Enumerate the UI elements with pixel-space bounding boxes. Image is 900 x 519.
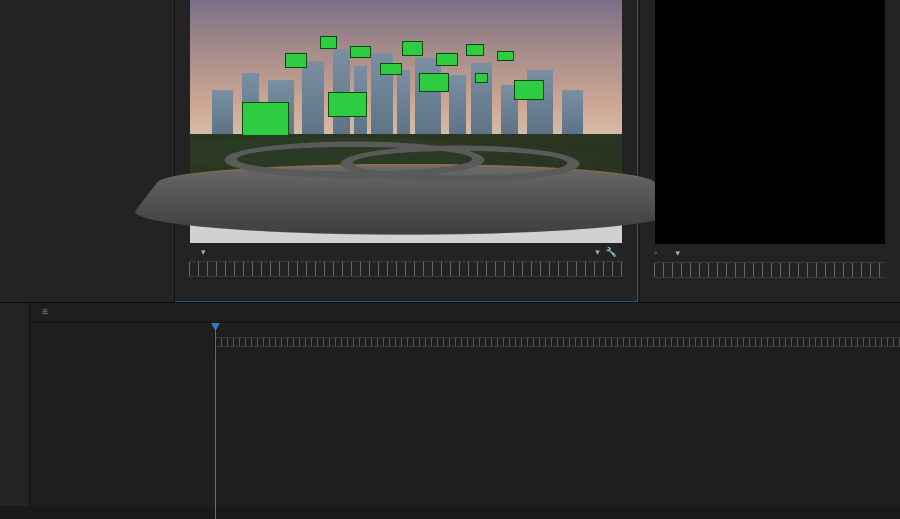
source-monitor-view[interactable] xyxy=(190,0,622,243)
program-scrub-ruler[interactable] xyxy=(654,262,886,278)
timeline-panel: ≡ xyxy=(30,303,900,506)
toolbar xyxy=(0,303,30,506)
source-scrub-ruler[interactable] xyxy=(189,261,623,277)
source-transport-bar xyxy=(175,277,637,301)
project-panel xyxy=(0,0,175,302)
wrench-icon[interactable]: 🔧 xyxy=(606,247,617,258)
program-options-icon[interactable]: ◦ xyxy=(654,248,658,259)
program-transport-bar xyxy=(640,278,900,302)
program-monitor: ◦ ▾ xyxy=(640,0,900,302)
timeline-tab-menu-icon[interactable]: ≡ xyxy=(42,307,48,318)
timeline-ruler[interactable] xyxy=(215,323,900,359)
source-monitor: ▾ ▾ 🔧 xyxy=(175,0,638,302)
program-monitor-view[interactable] xyxy=(655,0,885,244)
